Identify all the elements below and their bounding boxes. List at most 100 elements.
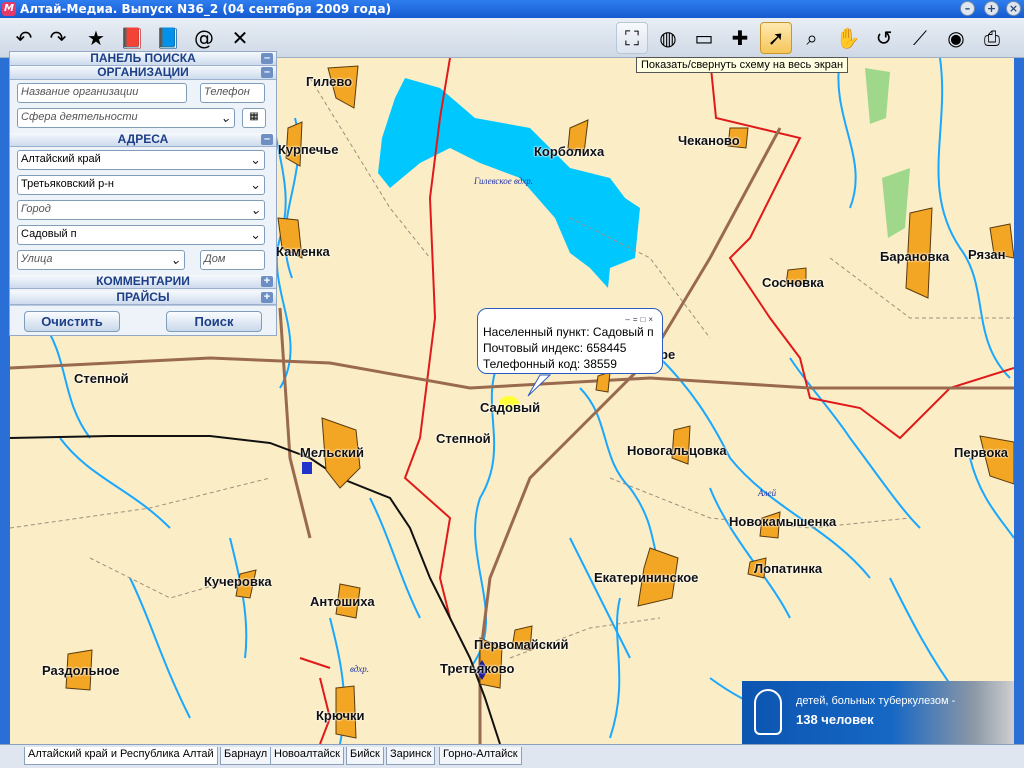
tab-barnaul[interactable]: Барнаул	[220, 747, 272, 765]
tooltip: Показать/свернуть схему на весь экран	[636, 57, 849, 73]
email-icon[interactable]: @	[188, 22, 220, 54]
place-label[interactable]: Чеканово	[678, 133, 740, 148]
place-label[interactable]: Лопатинка	[754, 561, 822, 576]
app-logo-icon: M	[2, 2, 16, 16]
chevron-down-icon: ⌄	[170, 252, 181, 267]
address-section-header[interactable]: АДРЕСА –	[10, 133, 276, 147]
comments-section-header[interactable]: КОММЕНТАРИИ +	[10, 275, 276, 289]
expand-icon[interactable]: +	[261, 292, 273, 303]
expand-icon[interactable]: +	[261, 276, 273, 287]
chevron-down-icon: ⌄	[250, 227, 261, 242]
place-label[interactable]: Барановка	[880, 249, 949, 264]
search-button[interactable]: Поиск	[166, 311, 262, 332]
place-label[interactable]: Первока	[954, 445, 1008, 460]
globe-icon[interactable]: ◍	[652, 22, 684, 54]
place-label[interactable]: Крючки	[316, 708, 365, 723]
monitor-icon[interactable]: ▭	[688, 22, 720, 54]
place-label[interactable]: Степной	[74, 371, 129, 386]
ad-text: детей, больных туберкулезом -	[796, 695, 956, 707]
fullscreen-icon[interactable]: ⛶	[616, 22, 648, 54]
place-label[interactable]: Мельский	[300, 445, 364, 460]
book-icon[interactable]: 📕	[116, 22, 148, 54]
place-label[interactable]: Степной	[436, 431, 491, 446]
chevron-down-icon: ⌄	[220, 110, 231, 125]
place-label[interactable]: Раздольное	[42, 663, 120, 678]
place-label[interactable]: Новогальцовка	[627, 443, 727, 458]
tools-icon[interactable]: ✕	[224, 22, 256, 54]
ad-banner[interactable]: детей, больных туберкулезом - 138 челове…	[742, 681, 1014, 744]
tab-altai-region[interactable]: Алтайский край и Республика Алтай	[24, 747, 218, 765]
settlement-info-popup: –=□× Населенный пункт: Садовый п Почтовы…	[477, 308, 663, 374]
chevron-down-icon: ⌄	[250, 177, 261, 192]
zoom-icon[interactable]: ⌕	[796, 22, 828, 54]
window-title: Алтай-Медиа. Выпуск N36_2 (04 сентября 2…	[20, 2, 392, 16]
region-select-value: Алтайский край	[21, 153, 101, 165]
pointer-icon[interactable]: ➚	[760, 22, 792, 54]
city-select-value: Город	[21, 203, 51, 215]
catalog-icon[interactable]: 📘	[152, 22, 184, 54]
region-select[interactable]: Алтайский край ⌄	[17, 150, 265, 170]
place-label[interactable]: Садовый	[480, 400, 540, 415]
minimize-button[interactable]: –	[960, 1, 975, 16]
place-label[interactable]: Курпечье	[278, 142, 338, 157]
place-label[interactable]: Антошиха	[310, 594, 375, 609]
place-label[interactable]: Новокамышенка	[729, 514, 836, 529]
popup-postcode: Почтовый индекс: 658445	[483, 341, 627, 355]
measure-icon[interactable]: ⟋	[904, 22, 936, 54]
tab-gorno-altaysk[interactable]: Горно-Алтайск	[439, 747, 522, 765]
place-label[interactable]: Рязан	[968, 247, 1005, 262]
chevron-down-icon: ⌄	[250, 202, 261, 217]
forward-icon[interactable]: ↷	[42, 22, 74, 54]
layers-icon[interactable]: ✚	[724, 22, 756, 54]
street-select[interactable]: Улица ⌄	[17, 250, 185, 270]
search-panel: ПАНЕЛЬ ПОИСКА – ОРГАНИЗАЦИИ – Название о…	[9, 51, 277, 336]
clear-button[interactable]: Очистить	[24, 311, 120, 332]
tab-zarinsk[interactable]: Заринск	[386, 747, 436, 765]
org-section-header[interactable]: ОРГАНИЗАЦИИ –	[10, 66, 276, 80]
place-label[interactable]: Первомайский	[474, 637, 569, 652]
compass-icon[interactable]: ◉	[940, 22, 972, 54]
collapse-icon[interactable]: –	[261, 53, 273, 64]
activity-select[interactable]: Сфера деятельности ⌄	[17, 108, 235, 128]
prices-section-header[interactable]: ПРАЙСЫ +	[10, 291, 276, 305]
maximize-button[interactable]: +	[984, 1, 999, 16]
house-field[interactable]: Дом	[200, 250, 265, 270]
back-icon[interactable]: ↶	[8, 22, 40, 54]
place-label[interactable]: Гилево	[306, 74, 352, 89]
settlement-select[interactable]: Садовый п ⌄	[17, 225, 265, 245]
tab-novoaltaysk[interactable]: Новоалтайск	[270, 747, 344, 765]
org-name-field[interactable]: Название организации	[17, 83, 187, 103]
place-label[interactable]: Сосновка	[762, 275, 824, 290]
print-icon[interactable]: ⎙	[976, 22, 1008, 54]
place-label[interactable]: Кучеровка	[204, 574, 272, 589]
prices-section-title: ПРАЙСЫ	[116, 290, 170, 304]
place-label[interactable]: Корболиха	[534, 144, 604, 159]
collapse-icon[interactable]: –	[261, 134, 273, 145]
pan-hand-icon[interactable]: ✋	[832, 22, 864, 54]
org-section-title: ОРГАНИЗАЦИИ	[97, 65, 189, 79]
city-select[interactable]: Город ⌄	[17, 200, 265, 220]
reset-icon[interactable]: ↺	[868, 22, 900, 54]
place-label[interactable]: Каменка	[276, 244, 330, 259]
collapse-icon[interactable]: –	[261, 67, 273, 78]
close-button[interactable]: ×	[1006, 1, 1021, 16]
search-panel-header[interactable]: ПАНЕЛЬ ПОИСКА –	[10, 52, 276, 66]
settlement-select-value: Садовый п	[21, 228, 77, 240]
water-label: Алей	[758, 488, 777, 498]
charity-logo-icon	[754, 689, 782, 735]
district-select[interactable]: Третьяковский р-н ⌄	[17, 175, 265, 195]
catalog-grid-icon[interactable]: ▦	[242, 108, 266, 128]
tab-biysk[interactable]: Бийск	[346, 747, 384, 765]
place-label[interactable]: Екатерининское	[594, 570, 698, 585]
district-select-value: Третьяковский р-н	[21, 178, 114, 190]
activity-select-value: Сфера деятельности	[21, 111, 138, 123]
bookmark-icon[interactable]: ★	[80, 22, 112, 54]
map-tabs: Алтайский край и Республика Алтай Барнау…	[0, 744, 1024, 768]
street-select-value: Улица	[21, 253, 53, 265]
address-section-title: АДРЕСА	[117, 132, 169, 146]
ad-count: 138 человек	[796, 712, 874, 727]
popup-controls[interactable]: –=□×	[625, 312, 656, 328]
phone-field[interactable]: Телефон	[200, 83, 265, 103]
water-label: Гилевское вдхр.	[474, 176, 534, 186]
place-label[interactable]: Третьяково	[440, 661, 514, 676]
